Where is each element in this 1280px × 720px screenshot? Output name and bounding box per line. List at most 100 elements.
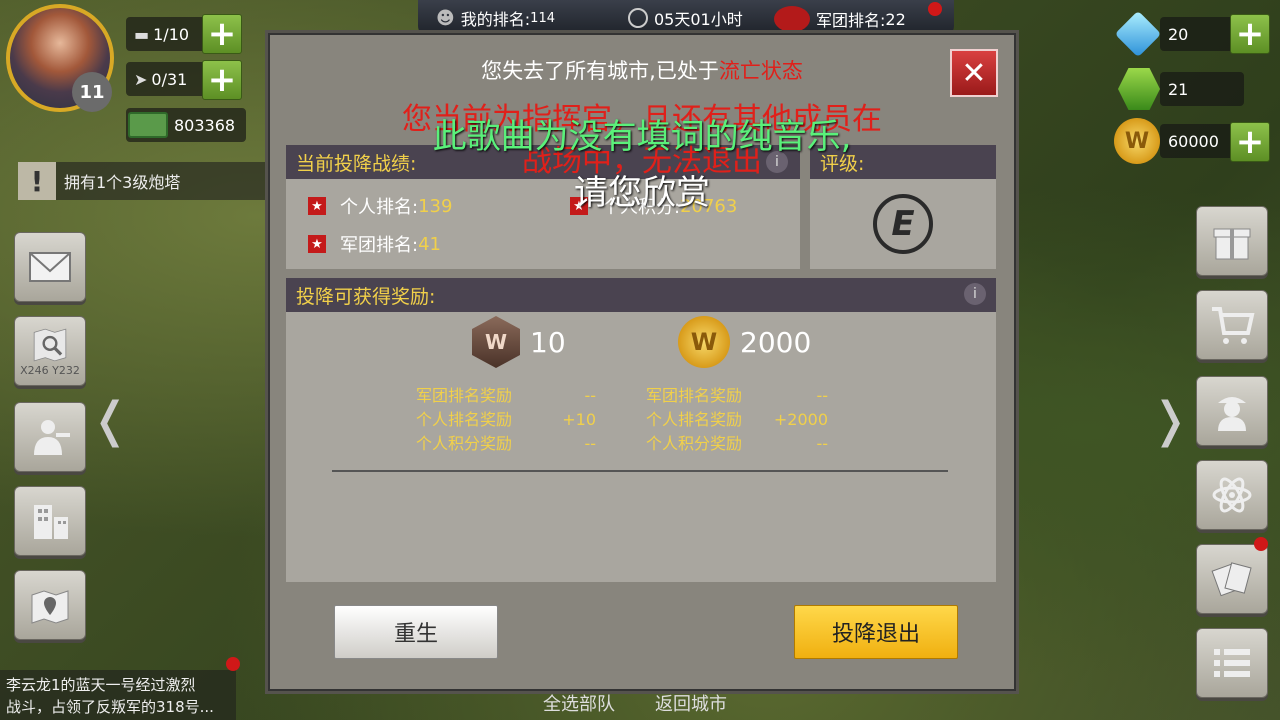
return-city-link[interactable]: 返回城市 <box>655 690 727 716</box>
legion-rank-record-value: 41 <box>418 233 441 255</box>
reward-value: -- <box>584 434 596 453</box>
soldier-icon <box>34 420 70 455</box>
chat-preview[interactable]: 李云龙1的蓝天一号经过激烈 战斗，占领了反叛军的318号... <box>0 670 236 720</box>
notice-bar[interactable]: ! 拥有1个3级炮塔 <box>18 162 268 200</box>
mail-button[interactable] <box>14 232 86 302</box>
legion-rank[interactable]: 军团排名: 22 <box>774 6 906 32</box>
list-item: 军团排名奖励 -- <box>416 384 596 408</box>
select-all-troops-link[interactable]: 全选部队 <box>543 690 615 716</box>
chat-line-1: 李云龙1的蓝天一号经过激烈 <box>6 676 196 694</box>
level-value: 11 <box>79 81 105 103</box>
oil-value: 21 <box>1168 79 1189 99</box>
add-gold-button[interactable]: + <box>1230 122 1270 162</box>
cart-icon <box>1212 307 1255 344</box>
list-icon <box>1214 649 1250 677</box>
plane-value: 0/31 <box>151 69 188 89</box>
add-diamond-button[interactable]: + <box>1230 14 1270 54</box>
atom-icon <box>1212 477 1252 513</box>
level-badge: 11 <box>72 72 112 112</box>
chat-line-2: 战斗，占领了反叛军的318号... <box>6 698 214 716</box>
reward-gold-icon: W <box>678 316 730 368</box>
reward-value: -- <box>816 434 828 453</box>
clock-icon <box>628 8 648 28</box>
legion-rank-value: 22 <box>885 9 906 29</box>
gold-value: 60000 <box>1168 131 1219 151</box>
reward-value: +10 <box>562 410 596 429</box>
reward-gold-value: 2000 <box>740 326 812 359</box>
money-count: 803368 <box>126 108 246 142</box>
my-rank-value: 114 <box>530 10 555 26</box>
legion-rank-record-label: 军团排名: <box>340 235 419 256</box>
timer-text: 05天01小时 <box>654 10 743 29</box>
divider <box>332 470 948 472</box>
add-tank-button[interactable]: + <box>202 14 242 54</box>
cards-icon <box>1211 562 1252 597</box>
people-icon: ☻ <box>436 7 455 29</box>
gift-button[interactable] <box>1196 206 1268 276</box>
reward-label: 个人积分奖励 <box>416 434 513 453</box>
cash-icon <box>128 112 168 138</box>
my-rank-label: 我的排名: <box>460 10 531 29</box>
oil-count: 21 <box>1160 72 1244 106</box>
close-button[interactable]: ✕ <box>950 49 998 97</box>
reward-label: 个人排名奖励 <box>646 410 743 429</box>
reward-section: 投降可获得奖励: W 10 W 2000 军团排名奖励 -- 个人排名奖励 +10 … <box>286 278 996 582</box>
notice-text: 拥有1个3级炮塔 <box>64 173 181 192</box>
list-item: 个人排名奖励 +2000 <box>646 408 828 432</box>
reward-body: W 10 W 2000 军团排名奖励 -- 个人排名奖励 +10 个人积分奖励 -- … <box>286 312 996 582</box>
respawn-button[interactable]: 重生 <box>334 605 498 659</box>
oil-icon <box>1118 68 1160 110</box>
officer-button[interactable] <box>1196 376 1268 446</box>
gift-icon <box>1213 228 1251 260</box>
plane-count: ➤ 0/31 <box>126 62 214 96</box>
reward-label: 个人排名奖励 <box>416 410 513 429</box>
cards-button[interactable] <box>1196 544 1268 614</box>
warning-icon: ! <box>18 162 56 200</box>
dialog-title-status: 流亡状态 <box>718 59 803 83</box>
scroll-left-arrow[interactable]: ❬ <box>90 396 130 444</box>
diamond-value: 20 <box>1168 24 1189 44</box>
city-button[interactable] <box>14 486 86 556</box>
menu-button[interactable] <box>1196 628 1268 698</box>
close-icon: ✕ <box>961 55 987 91</box>
dialog-title: 您失去了所有城市,已处于流亡状态 <box>270 55 1014 85</box>
reward-badge-value: 10 <box>530 326 566 359</box>
scroll-right-arrow[interactable]: ❭ <box>1150 396 1190 444</box>
soldier-button[interactable] <box>14 402 86 472</box>
coords-text: X246 Y232 <box>20 363 80 377</box>
reward-label: 军团排名奖励 <box>416 386 513 405</box>
map-search-icon <box>33 328 67 361</box>
chat-notification-dot <box>226 657 240 671</box>
list-item: 个人排名奖励 +10 <box>416 408 596 432</box>
reward-value: -- <box>584 386 596 405</box>
building-icon <box>34 505 68 539</box>
list-item: 个人积分奖励 -- <box>646 432 828 456</box>
my-rank[interactable]: ☻ 我的排名: 114 <box>436 6 555 30</box>
research-button[interactable] <box>1196 460 1268 530</box>
tank-count: ▬ 1/10 <box>126 17 214 51</box>
add-plane-button[interactable]: + <box>202 60 242 100</box>
right-reward-list: 军团排名奖励 -- 个人排名奖励 +2000 个人积分奖励 -- <box>646 384 828 456</box>
reward-value: -- <box>816 386 828 405</box>
cards-notification-dot <box>1254 537 1268 551</box>
shop-button[interactable] <box>1196 290 1268 360</box>
season-timer: 05天01小时 <box>628 6 743 30</box>
map-search-button[interactable]: X246 Y232 <box>14 316 86 386</box>
tank-value: 1/10 <box>153 24 190 44</box>
subtitle-overlay: 此歌曲为没有填词的纯音乐, 请您欣赏 <box>270 109 1014 221</box>
legion-rank-record: ★ 军团排名: 41 <box>308 231 441 257</box>
surrender-exit-button[interactable]: 投降退出 <box>794 605 958 659</box>
legion-rank-label: 军团排名: <box>816 11 886 30</box>
reward-info-button[interactable]: i <box>964 283 986 305</box>
reward-label: 军团排名奖励 <box>646 386 743 405</box>
subtitle-line-1: 此歌曲为没有填词的纯音乐, <box>432 117 852 157</box>
diamond-icon <box>1114 10 1162 58</box>
map-pin-icon <box>31 590 69 624</box>
reward-value: +2000 <box>773 410 828 429</box>
legion-emblem-icon <box>774 6 810 32</box>
location-button[interactable] <box>14 570 86 640</box>
reward-header: 投降可获得奖励: <box>286 278 996 312</box>
list-item: 军团排名奖励 -- <box>646 384 828 408</box>
plane-icon: ➤ <box>134 69 148 89</box>
reward-label: 个人积分奖励 <box>646 434 743 453</box>
